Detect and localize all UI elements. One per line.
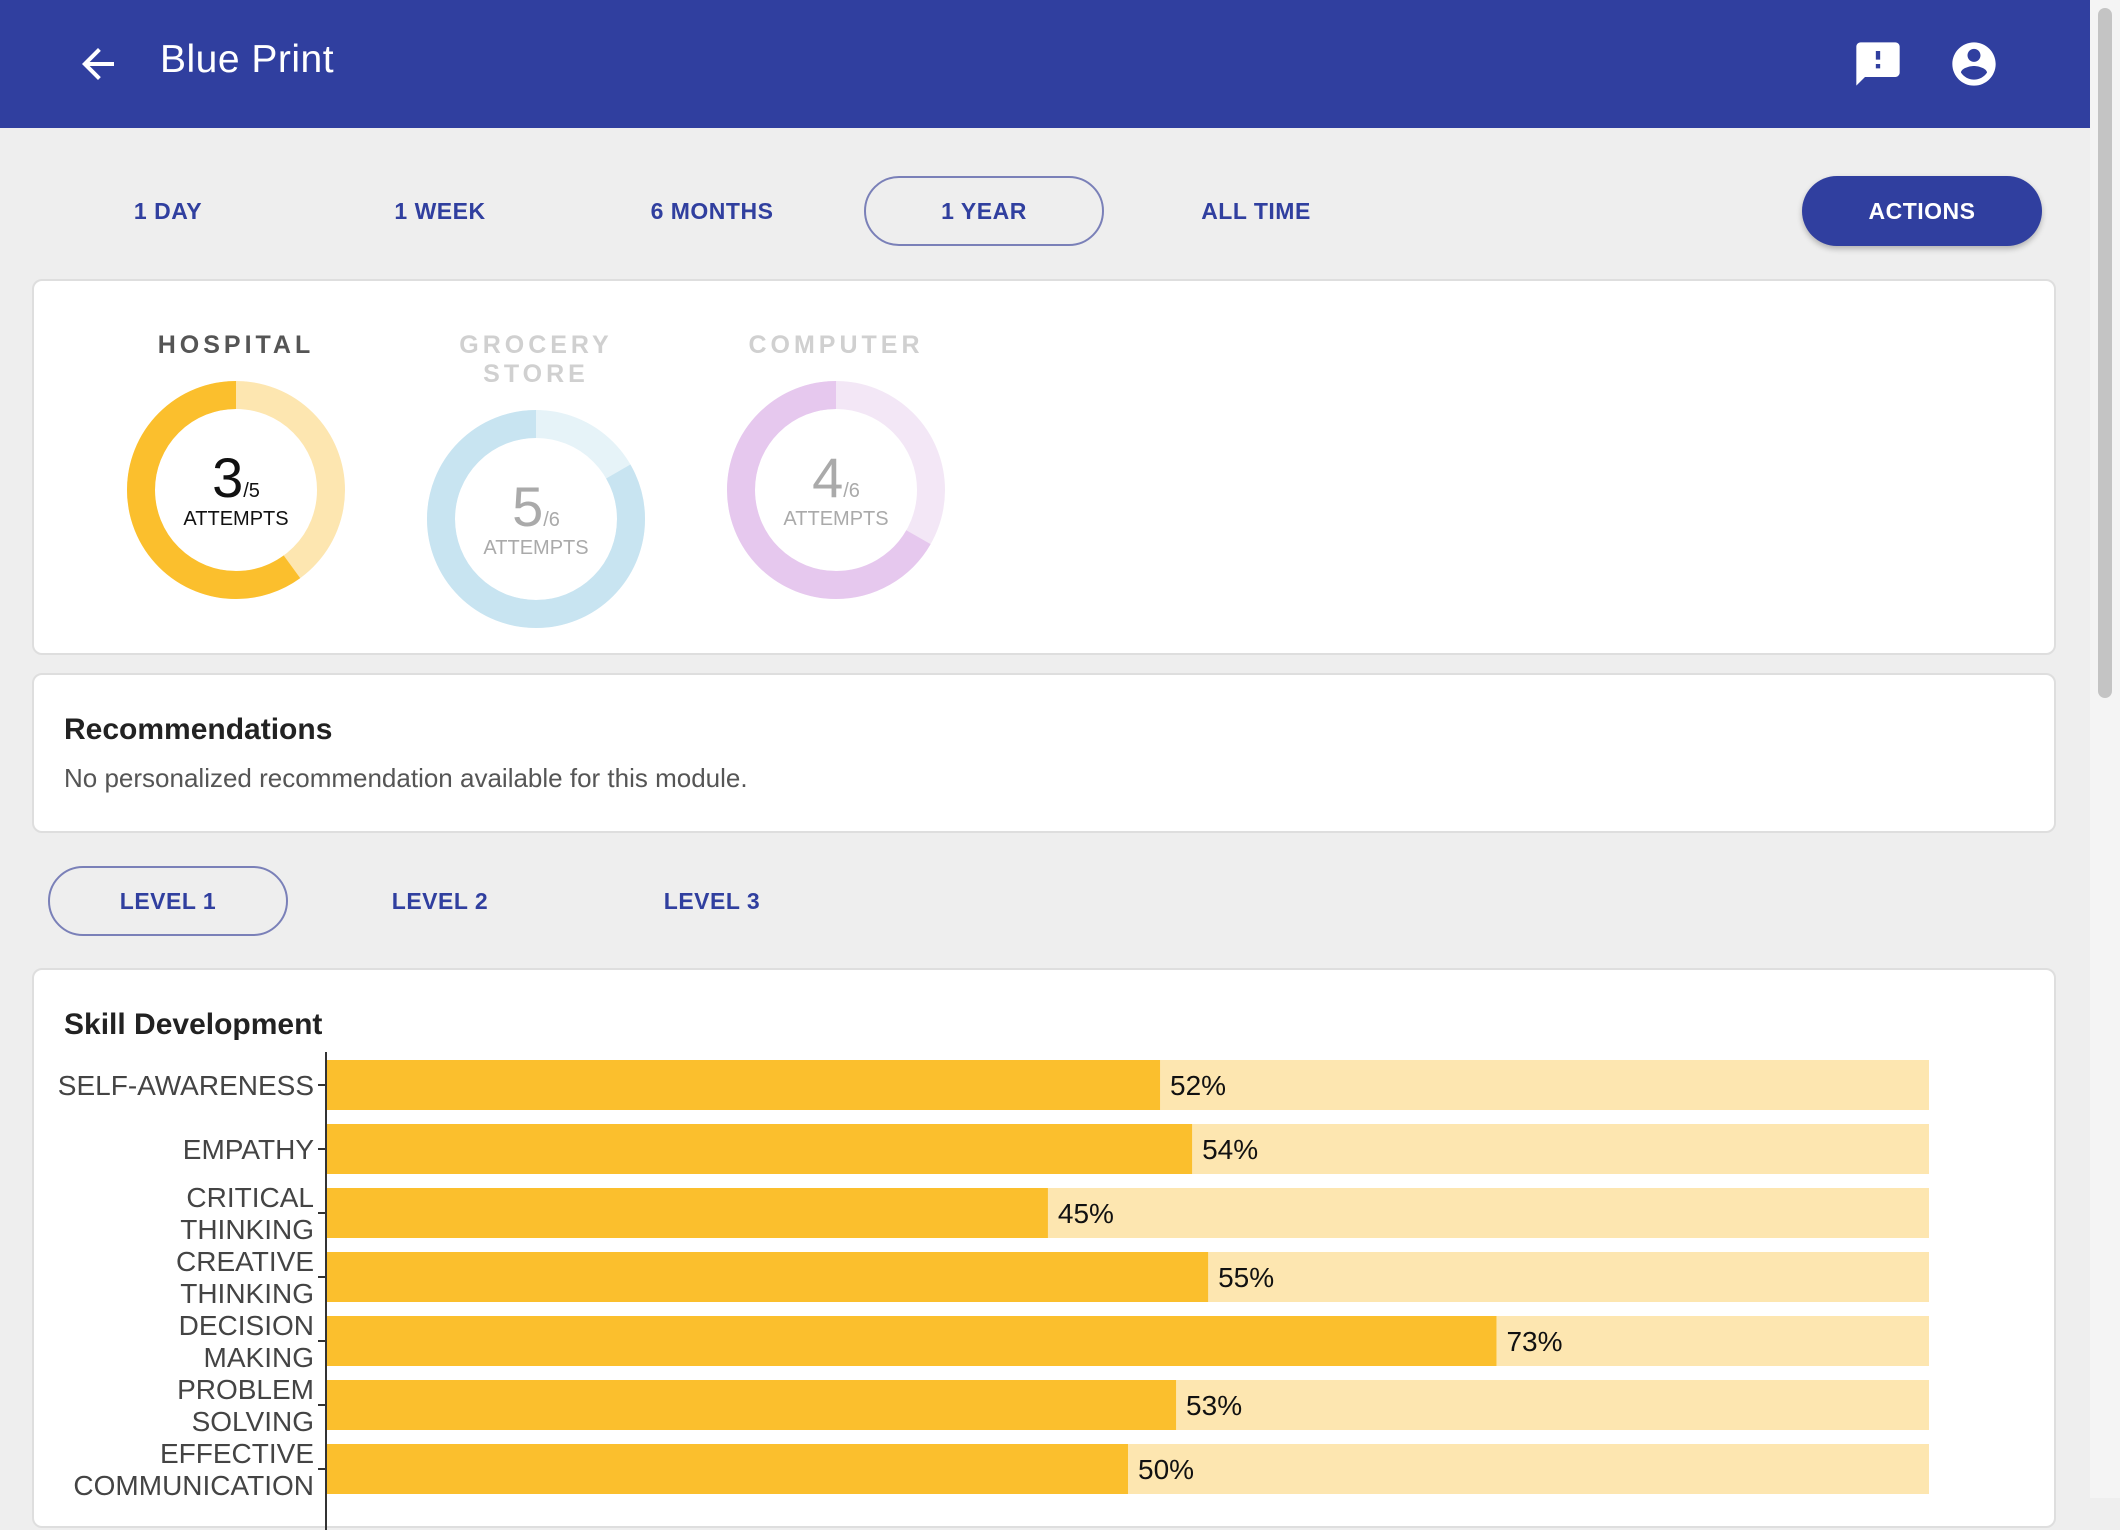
- tab-level-3[interactable]: LEVEL 3: [592, 866, 832, 936]
- recommendations-title: Recommendations: [64, 713, 333, 746]
- attempts-count: 4: [812, 445, 844, 509]
- bar-1: [327, 1124, 1193, 1174]
- attempts-count: 5: [512, 474, 544, 538]
- category-label: PROBLEM: [177, 1374, 314, 1405]
- attempts-count: 3: [212, 445, 244, 509]
- app-bar: Blue Print: [0, 0, 2090, 128]
- bar-value-label: 54%: [1202, 1134, 1258, 1165]
- bar-2: [327, 1188, 1048, 1238]
- category-label: MAKING: [204, 1342, 314, 1373]
- bar-4: [327, 1316, 1497, 1366]
- tab-1-week[interactable]: 1 WEEK: [320, 176, 560, 246]
- category-label: CRITICAL: [186, 1182, 314, 1213]
- bar-5: [327, 1380, 1177, 1430]
- recommendations-text: No personalized recommendation available…: [64, 763, 748, 793]
- bar-value-label: 45%: [1058, 1198, 1114, 1229]
- attempts-total: /5: [243, 479, 260, 502]
- skill-bar-chart: 52%SELF-AWARENESS54%EMPATHY45%CRITICALTH…: [58, 1052, 1929, 1530]
- donut-chart: 4/6 ATTEMPTS: [726, 380, 946, 600]
- actions-button[interactable]: ACTIONS: [1802, 176, 2042, 246]
- module-title: COMPUTER: [748, 331, 924, 359]
- category-label: THINKING: [180, 1214, 314, 1245]
- arrow-back-icon[interactable]: [74, 40, 122, 88]
- scrollbar-thumb[interactable]: [2098, 8, 2112, 698]
- bar-value-label: 50%: [1138, 1454, 1194, 1485]
- bar-value-label: 52%: [1170, 1070, 1226, 1101]
- tab-all-time[interactable]: ALL TIME: [1136, 176, 1376, 246]
- module-grocery-store[interactable]: GROCERY STORE 5/6 ATTEMPTS: [406, 331, 666, 629]
- skill-development-card: Skill Development 52% SELF-AWARENESS 54% EM…: [32, 968, 2056, 1530]
- bar-value-label: 55%: [1218, 1262, 1274, 1293]
- module-hospital[interactable]: HOSPITAL 3/5 ATTEMPTS: [106, 331, 366, 600]
- module-computer[interactable]: COMPUTER 4/6 ATTEMPTS: [706, 331, 966, 600]
- bar-value-label: 73%: [1506, 1326, 1562, 1357]
- account-circle-icon[interactable]: [1948, 38, 2000, 90]
- donut-chart: 5/6 ATTEMPTS: [426, 409, 646, 629]
- bar-value-label: 53%: [1186, 1390, 1242, 1421]
- scrollbar[interactable]: [2090, 0, 2120, 1498]
- attempts-total: /6: [543, 508, 560, 531]
- category-label: EMPATHY: [183, 1134, 315, 1165]
- tab-level-2[interactable]: LEVEL 2: [320, 866, 560, 936]
- category-label: SOLVING: [192, 1406, 314, 1437]
- feedback-icon[interactable]: [1852, 38, 1904, 90]
- category-label: THINKING: [180, 1278, 314, 1309]
- category-label: COMMUNICATION: [73, 1470, 314, 1501]
- donut-chart: 3/5 ATTEMPTS: [126, 380, 346, 600]
- main-content: 1 DAY 1 WEEK 6 MONTHS 1 YEAR ALL TIME AC…: [0, 128, 2090, 1530]
- category-label: CREATIVE: [176, 1246, 314, 1277]
- bar-0: [327, 1060, 1161, 1110]
- tab-1-year[interactable]: 1 YEAR: [864, 176, 1104, 246]
- attempts-total: /6: [843, 479, 860, 502]
- tab-1-day[interactable]: 1 DAY: [48, 176, 288, 246]
- modules-card: HOSPITAL 3/5 ATTEMPTS GROCERY STORE 5/6 …: [32, 279, 2056, 655]
- attempts-label: ATTEMPTS: [183, 507, 289, 530]
- module-title: GROCERY STORE: [459, 331, 613, 388]
- category-label: EFFECTIVE: [160, 1438, 314, 1469]
- tab-6-months[interactable]: 6 MONTHS: [592, 176, 832, 246]
- category-label: SELF-AWARENESS: [58, 1070, 314, 1101]
- tab-level-1[interactable]: LEVEL 1: [48, 866, 288, 936]
- attempts-label: ATTEMPTS: [483, 536, 589, 559]
- page-title: Blue Print: [160, 38, 335, 81]
- bar-6: [327, 1444, 1128, 1494]
- bar-3: [327, 1252, 1209, 1302]
- attempts-label: ATTEMPTS: [783, 507, 889, 530]
- recommendations-card: Recommendations No personalized recommen…: [32, 673, 2056, 833]
- module-title: HOSPITAL: [157, 331, 315, 359]
- category-label: DECISION: [179, 1310, 314, 1341]
